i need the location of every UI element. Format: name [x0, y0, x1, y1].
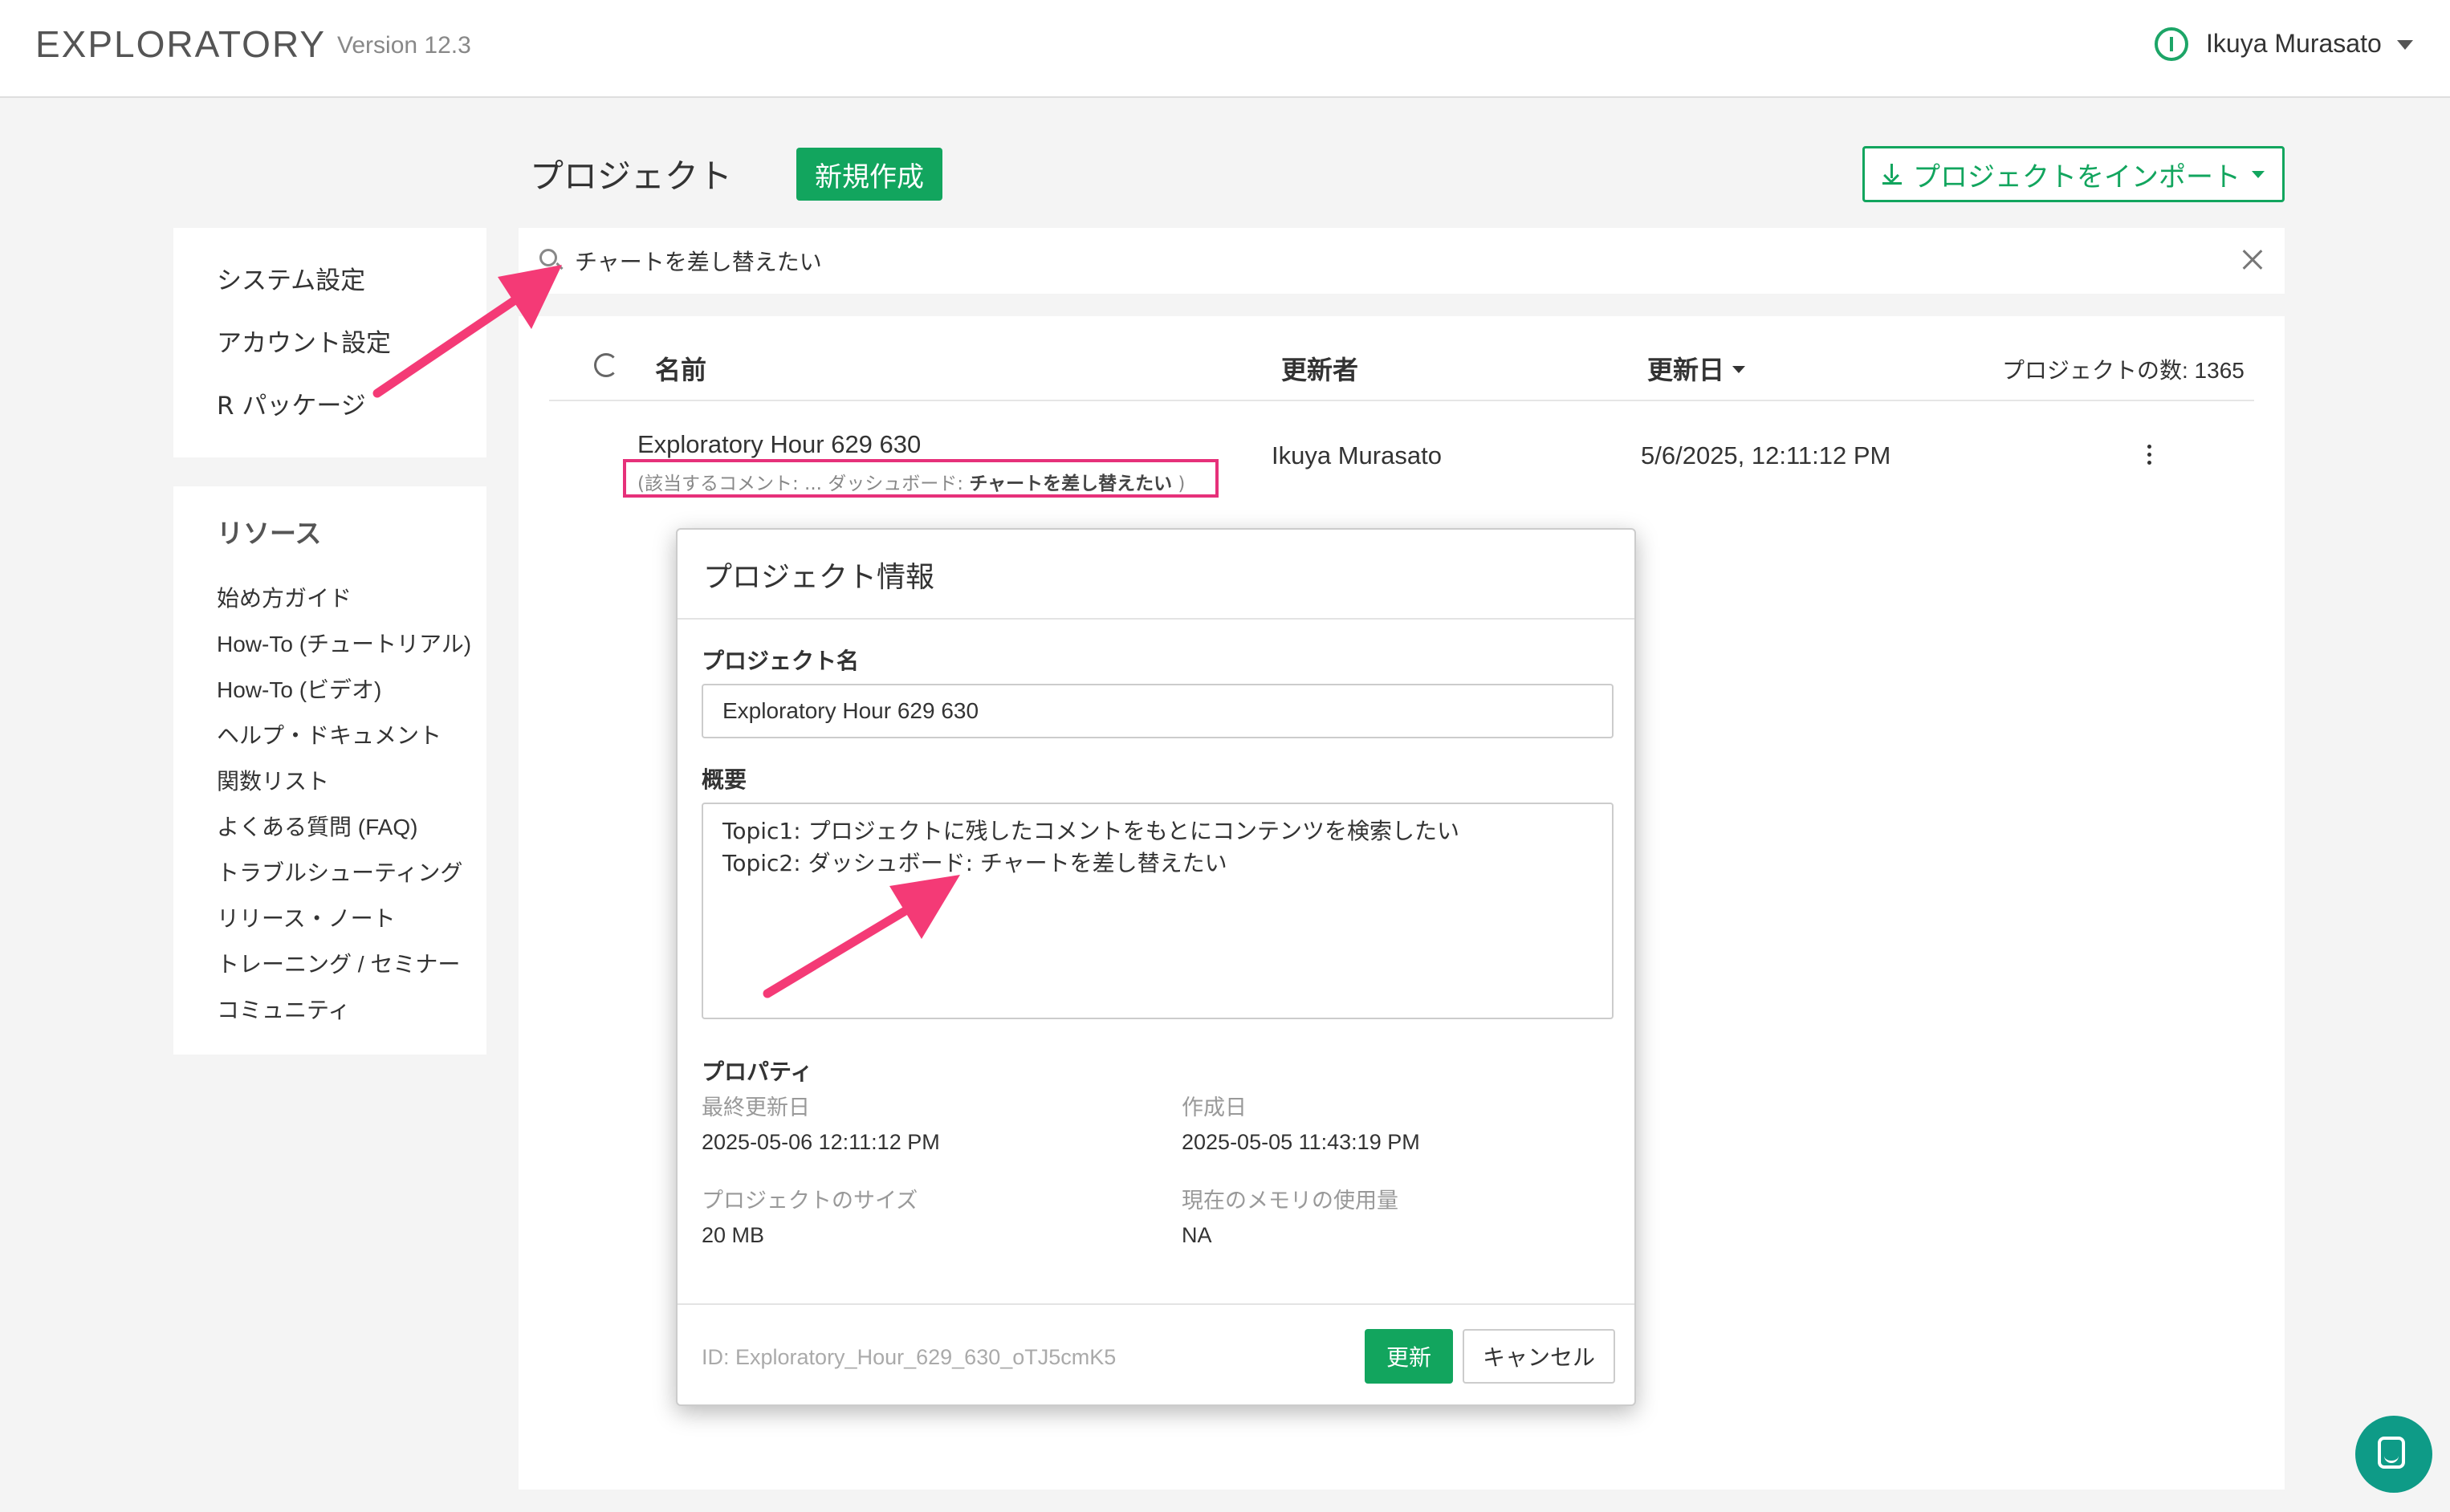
comment-prefix: (該当するコメント: ... ダッシュボード:: [637, 474, 970, 494]
created-value: 2025-05-05 11:43:19 PM: [1182, 1130, 1420, 1154]
resource-link[interactable]: トレーニング / セミナー: [217, 947, 460, 979]
project-count: プロジェクトの数: 1365: [2002, 358, 2244, 383]
matched-comment: (該当するコメント: ... ダッシュボード: チャートを差し替えたい ): [623, 459, 1219, 498]
project-info-dialog: プロジェクト情報 プロジェクト名 概要 Topic1: プロジェクトに残したコメ…: [676, 528, 1636, 1406]
last-updated-value: 2025-05-06 12:11:12 PM: [702, 1130, 940, 1154]
memory-usage-label: 現在のメモリの使用量: [1182, 1189, 1398, 1213]
import-project-button[interactable]: プロジェクトをインポート: [1862, 146, 2285, 202]
project-size-value: 20 MB: [702, 1223, 765, 1247]
chevron-down-icon[interactable]: [2397, 40, 2413, 50]
comment-suffix: ): [1172, 474, 1186, 494]
user-menu[interactable]: Ikuya Murasato: [2206, 29, 2382, 59]
resource-link[interactable]: よくある質問 (FAQ): [217, 810, 417, 842]
close-icon[interactable]: [2238, 246, 2267, 274]
description-textarea[interactable]: Topic1: プロジェクトに残したコメントをもとにコンテンツを検索したい To…: [702, 803, 1614, 1019]
resource-link[interactable]: トラブルシューティング: [217, 856, 462, 888]
app-version: Version 12.3: [337, 32, 471, 59]
divider: [549, 400, 2254, 401]
search-icon: [539, 249, 557, 266]
cancel-button[interactable]: キャンセル: [1463, 1329, 1615, 1384]
resource-link[interactable]: コミュニティ: [217, 993, 350, 1025]
app-logo: EXPLORATORY: [35, 23, 327, 65]
project-author: Ikuya Murasato: [1272, 441, 1442, 469]
resources-menu: リソース 始め方ガイド How-To (チュートリアル) How-To (ビデオ…: [173, 486, 486, 1055]
column-header-date[interactable]: 更新日: [1647, 350, 1724, 387]
user-status-icon[interactable]: [2155, 27, 2188, 61]
project-size-label: プロジェクトのサイズ: [702, 1189, 918, 1213]
resource-link[interactable]: How-To (チュートリアル): [217, 627, 471, 659]
resource-link[interactable]: リリース・ノート: [217, 901, 396, 933]
created-label: 作成日: [1182, 1095, 1247, 1120]
divider: [678, 618, 1634, 620]
resource-link[interactable]: How-To (ビデオ): [217, 673, 381, 705]
update-button[interactable]: 更新: [1365, 1329, 1453, 1384]
sidebar-item-account-settings[interactable]: アカウント設定: [217, 323, 391, 359]
comment-match: チャートを差し替えたい: [969, 474, 1173, 494]
memory-usage-value: NA: [1182, 1223, 1212, 1247]
description-label: 概要: [702, 766, 747, 793]
resource-link[interactable]: 関数リスト: [217, 764, 329, 796]
resources-title: リソース: [217, 518, 322, 549]
page-title: プロジェクト: [530, 156, 733, 196]
sidebar-item-r-packages[interactable]: R パッケージ: [217, 385, 366, 421]
resource-link[interactable]: ヘルプ・ドキュメント: [217, 718, 442, 750]
column-header-author[interactable]: 更新者: [1281, 350, 1358, 387]
divider: [678, 1303, 1634, 1305]
properties-label: プロパティ: [702, 1059, 813, 1085]
refresh-icon[interactable]: [594, 353, 618, 377]
chat-icon[interactable]: [2355, 1416, 2432, 1493]
more-vertical-icon[interactable]: [2145, 445, 2153, 470]
search-input[interactable]: [575, 242, 2180, 279]
new-project-button[interactable]: 新規作成: [796, 148, 942, 201]
project-name-input[interactable]: [702, 684, 1614, 738]
sort-down-icon[interactable]: [1732, 366, 1745, 373]
chevron-down-icon: [2252, 170, 2265, 178]
column-header-name[interactable]: 名前: [655, 350, 706, 387]
dialog-title: プロジェクト情報: [703, 561, 935, 594]
last-updated-label: 最終更新日: [702, 1095, 810, 1120]
download-icon: [1882, 164, 1902, 185]
resource-link[interactable]: 始め方ガイド: [217, 581, 352, 613]
settings-menu: システム設定 アカウント設定 R パッケージ: [173, 228, 486, 457]
project-date: 5/6/2025, 12:11:12 PM: [1641, 441, 1891, 469]
sidebar-item-system-settings[interactable]: システム設定: [217, 260, 365, 296]
import-project-label: プロジェクトをインポート: [1913, 161, 2240, 193]
project-name-label: プロジェクト名: [702, 648, 860, 674]
project-name-link[interactable]: Exploratory Hour 629 630: [637, 430, 921, 459]
project-id: ID: Exploratory_Hour_629_630_oTJ5cmK5: [702, 1345, 1117, 1369]
